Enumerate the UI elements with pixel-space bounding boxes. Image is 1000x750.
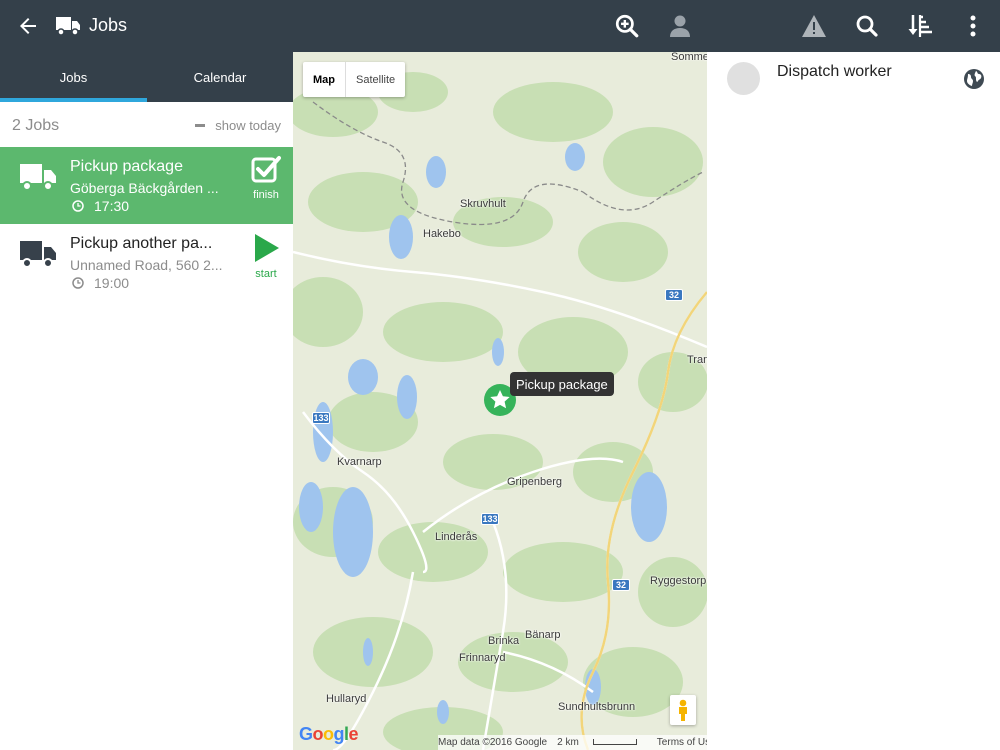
marker-tooltip: Pickup package: [510, 372, 614, 396]
job-title: Pickup another pa...: [70, 235, 213, 252]
job-list: 2 Jobs show today Pickup package Göberga…: [0, 102, 293, 750]
show-today-label: show today: [215, 118, 281, 133]
more-vert-icon: [970, 15, 976, 37]
zoom-in-icon: [615, 14, 639, 38]
arrow-back-icon: [20, 18, 36, 34]
pegman-icon: [679, 699, 687, 721]
place-label: Sundhultsbrunn: [558, 701, 636, 713]
job-time: 19:00: [72, 275, 129, 291]
search-button[interactable]: [853, 0, 881, 52]
warning-button[interactable]: [800, 0, 828, 52]
place-label: Linderås: [435, 531, 478, 543]
job-address: Göberga Bäckgården ...: [70, 180, 219, 196]
show-today-toggle[interactable]: show today: [195, 118, 281, 133]
place-label: Ryggestorp: [650, 575, 707, 587]
minus-icon: [195, 124, 206, 127]
map-type-control: Map Satellite: [303, 62, 406, 97]
truck-icon: [20, 164, 56, 191]
job-count-label: 2 Jobs: [12, 117, 60, 134]
worker-name: Dispatch worker: [777, 63, 892, 80]
place-label: Frinnaryd: [459, 652, 506, 664]
map-view[interactable]: Map Satellite Somme Skruvhult Hakebo Tra…: [293, 52, 707, 750]
app-toolbar: Jobs: [0, 0, 1000, 52]
road-shield: 32: [665, 289, 683, 301]
sort-icon: [908, 15, 932, 37]
place-label: Tran: [687, 354, 707, 366]
road-shield: 133: [481, 513, 499, 525]
job-address: Unnamed Road, 560 2...: [70, 257, 223, 273]
road-shield: 133: [312, 412, 330, 424]
map-type-map[interactable]: Map: [303, 62, 346, 97]
place-label: Hakebo: [423, 228, 461, 240]
map-scale: 2 km: [557, 737, 647, 748]
street-view-pegman[interactable]: [670, 695, 696, 725]
globe-icon[interactable]: [963, 68, 985, 90]
list-item[interactable]: Pickup another pa... Unnamed Road, 560 2…: [0, 224, 293, 301]
place-label: Brinka: [488, 635, 520, 647]
more-options-button[interactable]: [962, 0, 984, 52]
person-icon: [670, 15, 690, 37]
view-tabs: Jobs Calendar: [0, 52, 293, 102]
place-label: Kvarnarp: [337, 456, 382, 468]
finish-button[interactable]: finish: [247, 155, 285, 217]
warning-icon: [802, 15, 826, 37]
map-attribution-bar: Map data ©2016 Google 2 km Terms of Use: [438, 735, 707, 750]
avatar[interactable]: [727, 62, 760, 95]
place-label: Hullaryd: [326, 693, 367, 705]
terms-link[interactable]: Terms of Use: [657, 737, 707, 748]
map-scale-label: 2 km: [557, 737, 579, 748]
tab-calendar[interactable]: Calendar: [147, 52, 293, 102]
place-label: Bänarp: [525, 629, 561, 641]
scale-bar: [592, 739, 637, 746]
truck-icon: [20, 241, 56, 268]
clock-icon: [72, 200, 84, 212]
play-icon: [255, 234, 279, 262]
search-icon: [856, 15, 878, 37]
person-button[interactable]: [666, 0, 694, 52]
place-label: Skruvhult: [460, 198, 506, 210]
list-header: 2 Jobs show today: [0, 102, 293, 147]
job-time: 17:30: [72, 198, 129, 214]
checkbox-checked-icon: [251, 156, 281, 183]
job-time-value: 17:30: [94, 198, 130, 214]
google-logo: Google: [299, 724, 359, 744]
map-type-satellite[interactable]: Satellite: [346, 62, 405, 97]
job-time-value: 19:00: [94, 275, 130, 291]
map-attribution: Map data ©2016 Google: [438, 737, 548, 748]
worker-panel: Dispatch worker: [707, 52, 1000, 750]
truck-icon: [54, 0, 82, 52]
clock-icon: [72, 277, 84, 289]
finish-label: finish: [253, 189, 279, 201]
sort-button[interactable]: [905, 0, 935, 52]
list-item[interactable]: Pickup package Göberga Bäckgården ... 17…: [0, 147, 293, 224]
road-shield: 32: [612, 579, 630, 591]
page-title: Jobs: [89, 15, 128, 35]
back-button[interactable]: [12, 0, 44, 52]
place-label: Gripenberg: [507, 476, 563, 488]
place-label: Somme: [671, 52, 707, 63]
tab-jobs[interactable]: Jobs: [0, 52, 147, 102]
start-label: start: [255, 268, 277, 280]
zoom-in-button[interactable]: [612, 0, 642, 52]
job-title: Pickup package: [70, 158, 183, 175]
start-button[interactable]: start: [247, 232, 285, 294]
